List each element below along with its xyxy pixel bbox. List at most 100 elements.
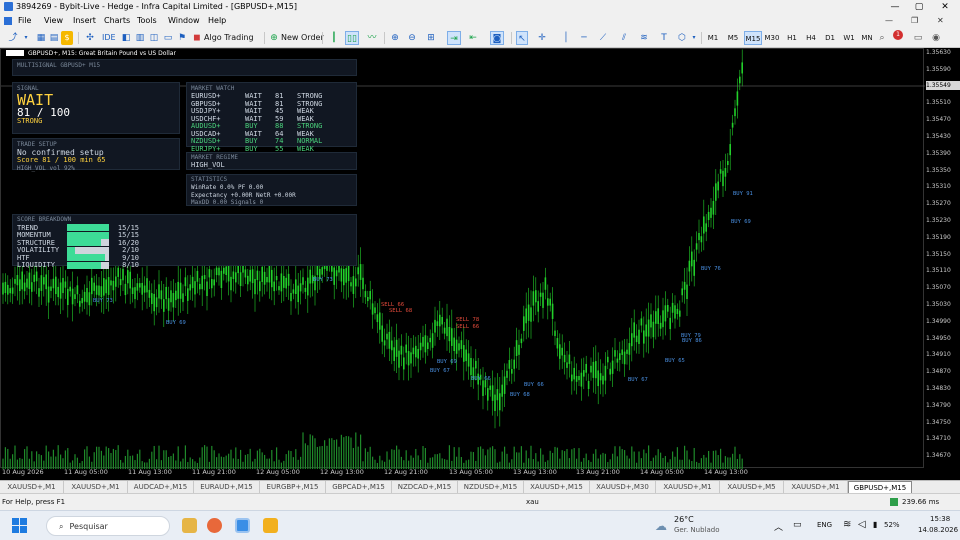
candle-body [719, 169, 722, 174]
fibonacci-icon[interactable]: ≋ [638, 31, 650, 45]
new-order-icon[interactable]: ⊕ [268, 31, 280, 45]
candle-body [122, 268, 124, 281]
navigator-icon[interactable]: ◧ [120, 31, 132, 45]
windows-start-icon[interactable] [12, 518, 27, 533]
chart-minimize-button[interactable]: — [885, 14, 893, 28]
battery-icon[interactable]: ▮ [873, 520, 877, 529]
cursor-icon[interactable]: ↖ [516, 31, 528, 45]
tray-app-icon[interactable]: ▭ [793, 520, 802, 530]
zoom-in-icon[interactable]: ⊕ [389, 31, 401, 45]
strategy-tester-icon[interactable]: ✣ [84, 31, 96, 45]
price-chart[interactable]: GBPUSD+, M15: Great Britain Pound vs US … [0, 48, 960, 480]
algo-trading-icon[interactable]: ◼ [192, 31, 202, 45]
volume-bar [696, 461, 698, 469]
breakdown-name: LIQUIDITY [17, 261, 55, 270]
signals-icon[interactable]: ⚑ [176, 31, 188, 45]
candle-body [573, 367, 575, 380]
search-icon[interactable]: ⌕ [876, 31, 888, 45]
autoscroll-icon[interactable]: ⇥ [447, 31, 461, 45]
algo-trading-button[interactable]: Algo Trading [204, 31, 254, 45]
candlestick-icon[interactable]: ▯▯ [345, 31, 359, 45]
candle-body [141, 282, 143, 295]
watchlist-icon[interactable]: ◫ [148, 31, 160, 45]
menu-window[interactable]: Window [168, 14, 200, 28]
close-button[interactable]: ✕ [933, 0, 957, 14]
wifi-icon[interactable]: ≋ [843, 519, 851, 530]
connection-icon[interactable] [890, 498, 898, 506]
maximize-button[interactable]: ▢ [907, 0, 931, 14]
data-window-icon[interactable]: ▥ [134, 31, 146, 45]
ide-button[interactable]: IDE [102, 31, 116, 45]
timeframe-m30[interactable]: M30 [763, 31, 781, 45]
timeframe-h1[interactable]: H1 [783, 31, 801, 45]
account-icon[interactable]: ◉ [930, 31, 942, 45]
chart-type-icon[interactable]: ⤴ [6, 31, 20, 45]
crosshair-icon[interactable]: ✛ [536, 31, 548, 45]
chat-icon[interactable]: ▭ [912, 31, 924, 45]
minimize-button[interactable]: — [883, 0, 907, 14]
candle-body [62, 277, 64, 294]
menu-view[interactable]: View [44, 14, 63, 28]
shapes-icon[interactable]: ⬡ [676, 31, 688, 45]
vertical-line-icon[interactable]: │ [560, 31, 572, 45]
new-chart-icon[interactable]: ▦ [35, 31, 47, 45]
file-explorer-icon[interactable] [182, 518, 197, 533]
channel-icon[interactable]: ⫽ [618, 31, 630, 45]
volume-bar [328, 438, 330, 469]
chevron-down-icon[interactable]: ▾ [22, 31, 30, 45]
trendline-icon[interactable]: ⟋ [597, 31, 609, 45]
weather-icon[interactable]: ☁ [655, 519, 667, 533]
volume-bar [542, 454, 544, 469]
candle-body [614, 350, 616, 357]
bar-chart-icon[interactable]: ┃ [328, 31, 340, 45]
menu-charts[interactable]: Charts [104, 14, 130, 28]
firefox-icon[interactable] [207, 518, 222, 533]
chart-shift-icon[interactable]: ⇤ [466, 31, 480, 45]
timeframe-m5[interactable]: M5 [724, 31, 742, 45]
timeframe-m1[interactable]: M1 [704, 31, 722, 45]
chart-restore-button[interactable]: ❐ [911, 14, 918, 28]
menu-help[interactable]: Help [208, 14, 226, 28]
new-order-button[interactable]: New Order [281, 31, 324, 45]
menu-tools[interactable]: Tools [137, 14, 157, 28]
profiles-icon[interactable]: ▤ [48, 31, 60, 45]
zoom-out-icon[interactable]: ⊖ [406, 31, 418, 45]
taskbar-search[interactable]: ⌕ Pesquisar [46, 516, 170, 536]
mt5-app-icon[interactable] [235, 518, 250, 533]
volume-bar [115, 450, 117, 469]
terminal-icon[interactable]: ▭ [162, 31, 174, 45]
chevron-down-icon[interactable]: ▾ [690, 31, 698, 45]
line-chart-icon[interactable]: 〰 [366, 31, 378, 45]
price-label: 1.35630 [926, 49, 951, 56]
chart-close-button[interactable]: ✕ [937, 14, 944, 28]
volume-bar [561, 450, 563, 469]
clock-date[interactable]: 14.08.2026 [918, 526, 958, 534]
volume-icon[interactable]: ◁ [858, 519, 866, 530]
candle-body [83, 291, 86, 302]
screenshot-icon[interactable]: ◙ [490, 31, 504, 45]
tile-windows-icon[interactable]: ⊞ [425, 31, 437, 45]
candle-body [391, 340, 393, 351]
language-indicator[interactable]: ENG [817, 521, 832, 529]
menu-insert[interactable]: Insert [73, 14, 96, 28]
timeframe-m15[interactable]: M15 [744, 31, 762, 45]
volume-bar [429, 457, 431, 469]
menu-file[interactable]: File [18, 14, 31, 28]
horizontal-line-icon[interactable]: ─ [578, 31, 590, 45]
candle-body [604, 365, 607, 381]
timeframe-w1[interactable]: W1 [840, 31, 858, 45]
candle-body [511, 369, 513, 374]
candle-body [333, 267, 335, 285]
tray-chevron-icon[interactable]: ︿ [774, 520, 783, 533]
timeframe-h4[interactable]: H4 [802, 31, 820, 45]
candle-body [359, 264, 362, 280]
timeframe-d1[interactable]: D1 [821, 31, 839, 45]
notification-badge[interactable]: 1 [893, 30, 903, 40]
text-tool-icon[interactable]: T [658, 31, 670, 45]
timeframe-mn[interactable]: MN [858, 31, 876, 45]
chart-menu-icon[interactable] [4, 17, 12, 25]
volume-bar [393, 449, 395, 469]
metaeditor-icon[interactable] [263, 518, 278, 533]
clock-time[interactable]: 15:38 [930, 515, 950, 523]
market-icon[interactable]: $ [61, 31, 73, 45]
